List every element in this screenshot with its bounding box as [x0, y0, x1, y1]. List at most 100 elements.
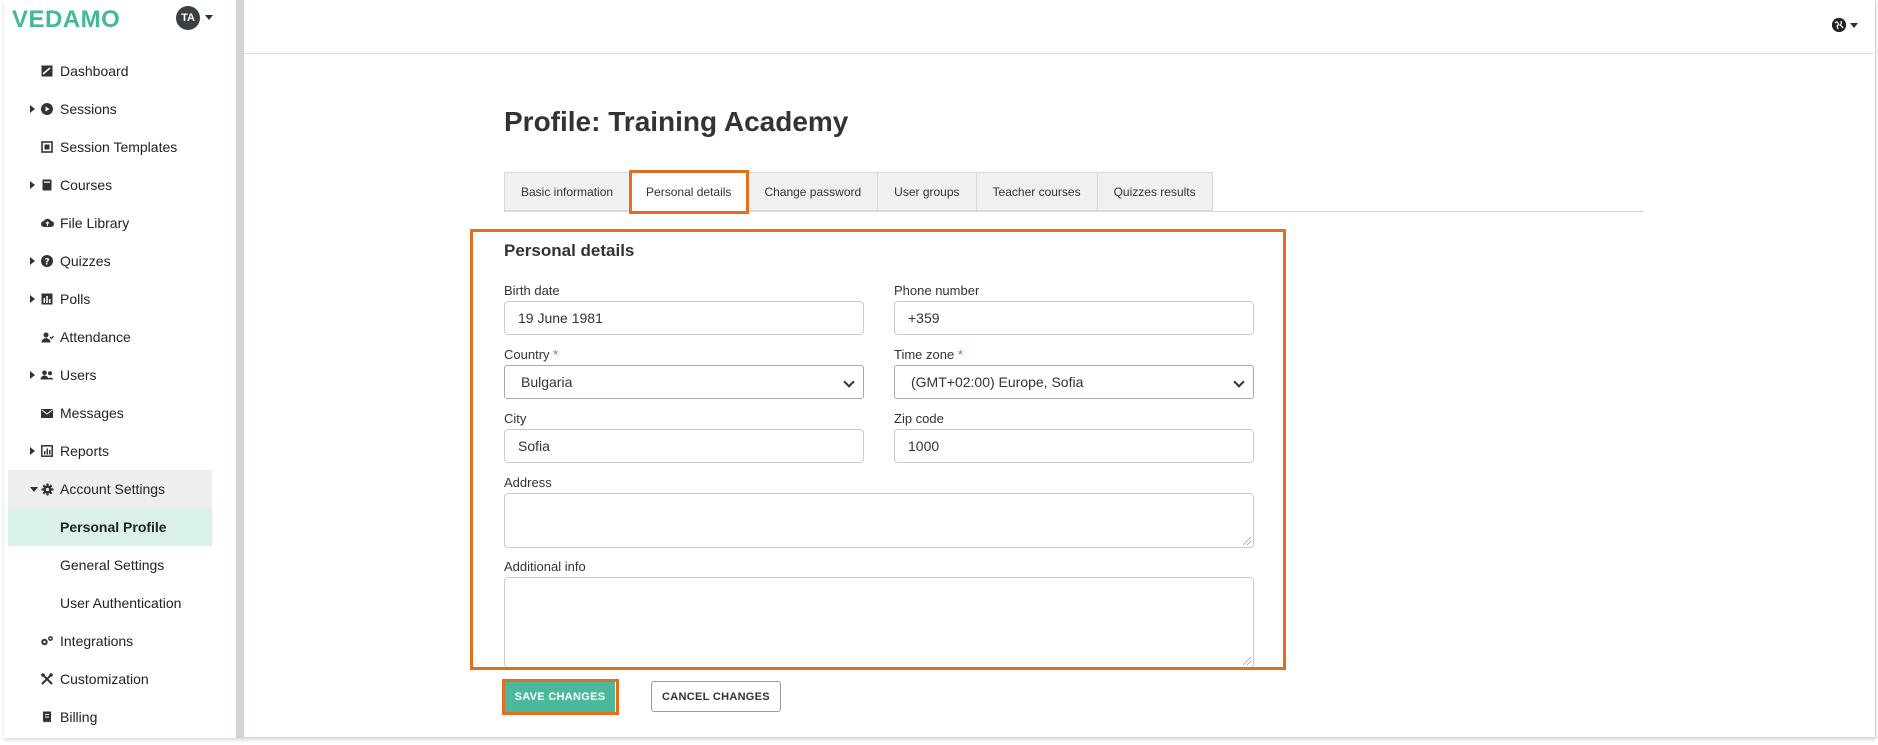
- sidebar-item-customization[interactable]: Customization: [4, 660, 236, 698]
- receipt-icon: [40, 710, 54, 724]
- book-icon: [40, 178, 54, 192]
- gear-icon: [40, 482, 54, 496]
- tab-quizzes-results[interactable]: Quizzes results: [1096, 172, 1213, 211]
- caret-down-icon[interactable]: [30, 487, 38, 492]
- country-select[interactable]: Bulgaria: [504, 365, 864, 399]
- sidebar-item-personal-profile[interactable]: Personal Profile: [8, 508, 212, 546]
- sidebar-item-integrations[interactable]: Integrations: [4, 622, 236, 660]
- caret-right-icon[interactable]: [30, 447, 35, 455]
- vedamo-logo[interactable]: VEDAMO: [12, 6, 120, 34]
- sidebar-item-label: Sessions: [60, 101, 117, 117]
- country-label-text: Country: [504, 347, 550, 362]
- phone-number-label: Phone number: [894, 283, 980, 298]
- tabs-divider: [504, 211, 1644, 212]
- resize-grip-icon[interactable]: [1243, 657, 1251, 665]
- tab-teacher-courses[interactable]: Teacher courses: [975, 172, 1097, 211]
- bar-chart-icon: [40, 292, 54, 306]
- sidebar: VEDAMO TA Dashboard Sessions Session Tem…: [4, 0, 236, 738]
- cancel-changes-button[interactable]: CANCEL CHANGES: [651, 681, 781, 712]
- sidebar-item-label: Attendance: [60, 329, 131, 345]
- sidebar-item-label: Messages: [60, 405, 124, 421]
- city-field[interactable]: [504, 429, 864, 463]
- play-circle-icon: [40, 102, 54, 116]
- sidebar-item-billing[interactable]: Billing: [4, 698, 236, 736]
- caret-right-icon[interactable]: [30, 295, 35, 303]
- top-bar: [244, 0, 1874, 54]
- tab-personal-details[interactable]: Personal details: [629, 172, 748, 211]
- zip-code-field[interactable]: [894, 429, 1254, 463]
- time-zone-select[interactable]: (GMT+02:00) Europe, Sofia: [894, 365, 1254, 399]
- tab-basic-information[interactable]: Basic information: [504, 172, 630, 211]
- sidebar-item-label: Billing: [60, 709, 98, 725]
- birth-date-label: Birth date: [504, 283, 560, 298]
- cogs-icon: [40, 634, 54, 648]
- time-zone-label: Time zone *: [894, 347, 963, 362]
- chevron-down-icon: [1233, 376, 1245, 388]
- sidebar-item-quizzes[interactable]: ? Quizzes: [4, 242, 236, 280]
- phone-number-field[interactable]: [894, 301, 1254, 335]
- tab-change-password[interactable]: Change password: [747, 172, 878, 211]
- sidebar-item-user-authentication[interactable]: User Authentication: [4, 584, 236, 622]
- globe-icon[interactable]: [1832, 18, 1846, 32]
- caret-right-icon[interactable]: [30, 257, 35, 265]
- envelope-icon: [40, 406, 54, 420]
- user-avatar[interactable]: TA: [176, 6, 200, 30]
- sidebar-divider[interactable]: [236, 0, 244, 738]
- chevron-down-icon[interactable]: [205, 15, 213, 20]
- sidebar-item-dashboard[interactable]: Dashboard: [4, 52, 236, 90]
- sidebar-item-polls[interactable]: Polls: [4, 280, 236, 318]
- sidebar-item-label: Session Templates: [60, 139, 178, 155]
- sidebar-item-account-settings[interactable]: Account Settings: [8, 470, 212, 508]
- chevron-down-icon[interactable]: [1850, 23, 1858, 28]
- required-mark: *: [553, 347, 559, 362]
- cloud-icon: [40, 216, 54, 230]
- sidebar-item-attendance[interactable]: Attendance: [4, 318, 236, 356]
- birth-date-field[interactable]: [504, 301, 864, 335]
- dashboard-icon: [40, 64, 54, 78]
- sidebar-item-label: User Authentication: [60, 595, 182, 611]
- address-textarea[interactable]: [504, 493, 1254, 548]
- sidebar-item-label: Quizzes: [60, 253, 111, 269]
- sidebar-item-label: Integrations: [60, 633, 134, 649]
- sidebar-item-reports[interactable]: Reports: [4, 432, 236, 470]
- address-label: Address: [504, 475, 552, 490]
- save-changes-button[interactable]: SAVE CHANGES: [505, 682, 615, 712]
- sidebar-item-label: Dashboard: [60, 63, 129, 79]
- sidebar-item-sessions[interactable]: Sessions: [4, 90, 236, 128]
- question-icon: ?: [40, 254, 54, 268]
- required-mark: *: [957, 347, 963, 362]
- svg-text:?: ?: [44, 258, 49, 268]
- sidebar-item-file-library[interactable]: File Library: [4, 204, 236, 242]
- sidebar-item-users[interactable]: Users: [4, 356, 236, 394]
- sidebar-nav: Dashboard Sessions Session Templates Cou…: [4, 52, 236, 736]
- sidebar-item-label: Polls: [60, 291, 91, 307]
- city-label: City: [504, 411, 527, 426]
- time-zone-label-text: Time zone: [894, 347, 955, 362]
- sidebar-item-courses[interactable]: Courses: [4, 166, 236, 204]
- tab-user-groups[interactable]: User groups: [877, 172, 976, 211]
- report-icon: [40, 444, 54, 458]
- sidebar-item-label: Courses: [60, 177, 113, 193]
- template-icon: [40, 140, 54, 154]
- sidebar-item-label: Account Settings: [60, 481, 166, 497]
- zip-code-label: Zip code: [894, 411, 944, 426]
- sidebar-item-label: Customization: [60, 671, 149, 687]
- sidebar-item-session-templates[interactable]: Session Templates: [4, 128, 236, 166]
- section-title: Personal details: [504, 241, 635, 260]
- sidebar-item-label: Personal Profile: [60, 519, 167, 535]
- profile-tabs: Basic information Personal details Chang…: [504, 172, 1213, 212]
- sidebar-item-label: Reports: [60, 443, 110, 459]
- additional-info-label: Additional info: [504, 559, 586, 574]
- additional-info-textarea[interactable]: [504, 577, 1254, 668]
- tools-icon: [40, 672, 54, 686]
- caret-right-icon[interactable]: [30, 105, 35, 113]
- sidebar-item-general-settings[interactable]: General Settings: [4, 546, 236, 584]
- chevron-down-icon: [843, 376, 855, 388]
- country-label: Country *: [504, 347, 558, 362]
- caret-right-icon[interactable]: [30, 371, 35, 379]
- caret-right-icon[interactable]: [30, 181, 35, 189]
- time-zone-select-value: (GMT+02:00) Europe, Sofia: [911, 374, 1084, 390]
- resize-grip-icon[interactable]: [1243, 537, 1251, 545]
- sidebar-item-messages[interactable]: Messages: [4, 394, 236, 432]
- sidebar-item-label: General Settings: [60, 557, 165, 573]
